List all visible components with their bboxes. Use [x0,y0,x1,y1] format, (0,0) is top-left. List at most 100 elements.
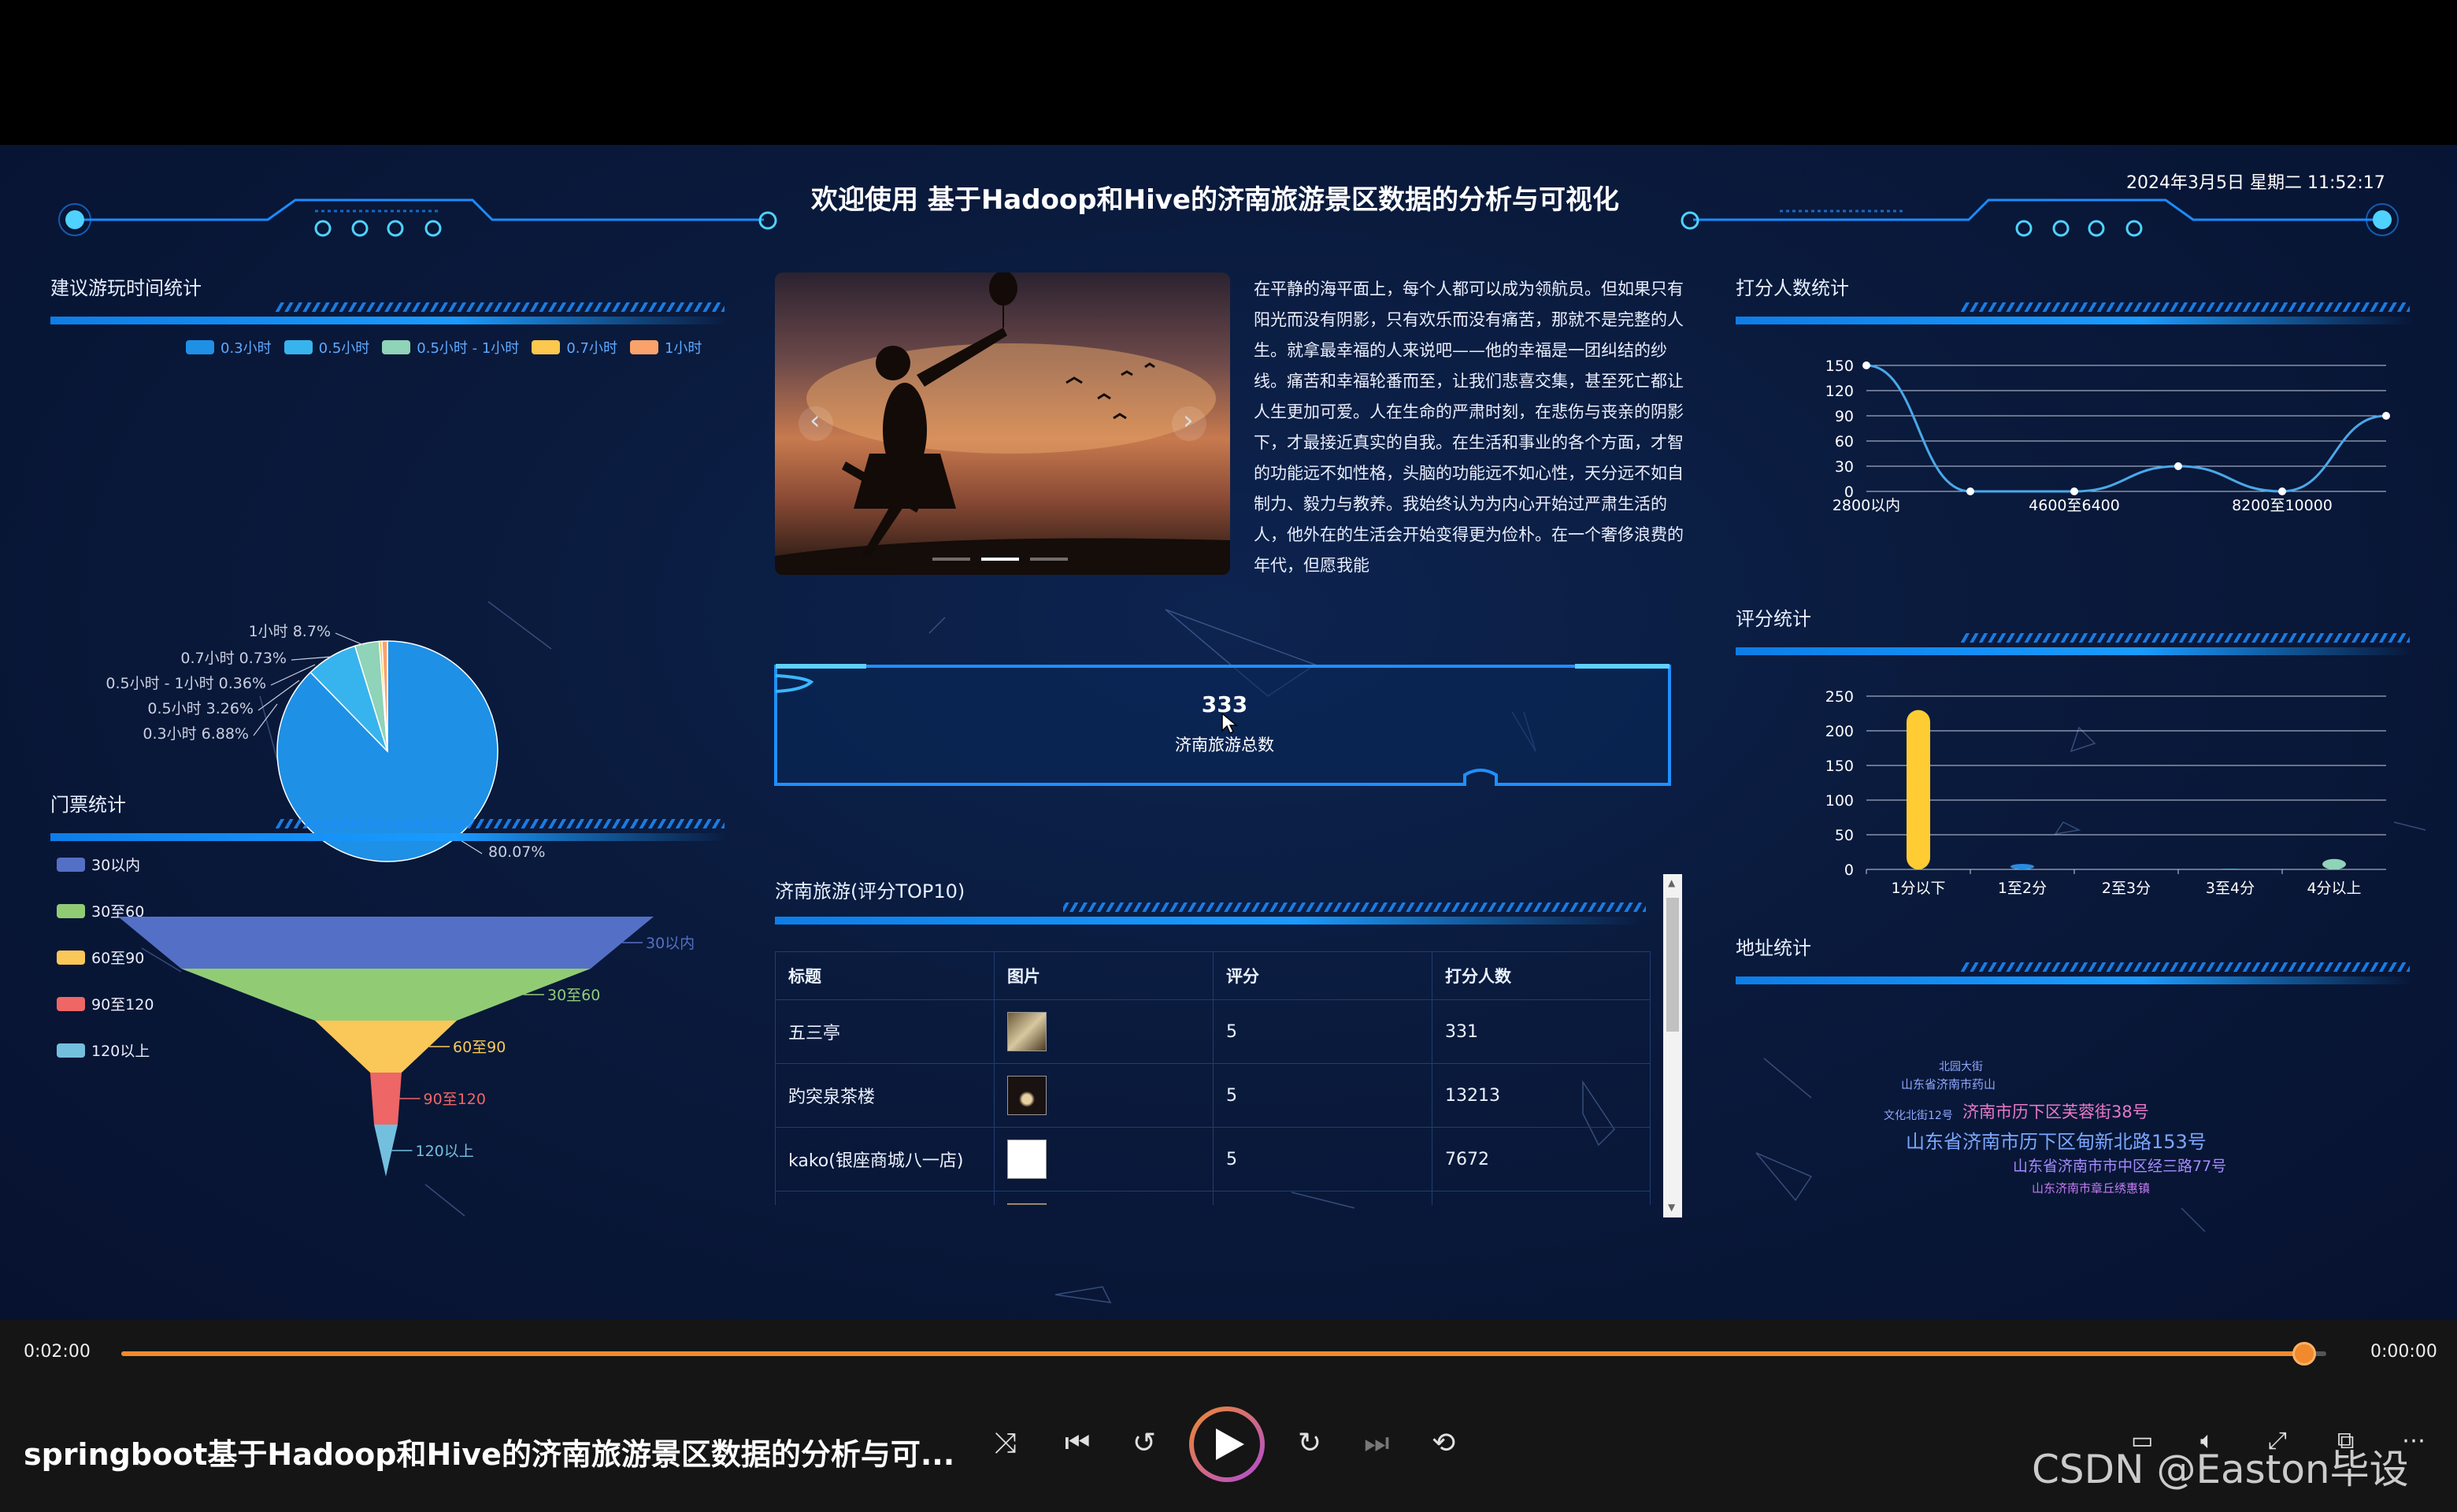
data-point [2278,487,2286,495]
legend-swatch [629,340,658,354]
x-tick-label: 2800以内 [1833,497,1900,514]
x-tick-label: 4600至6400 [2029,497,2120,514]
pie-slice-label: 0.3小时 6.88% [143,725,249,743]
y-tick-label: 150 [1825,758,1854,775]
progress-knob[interactable] [2292,1342,2316,1366]
panel-title-raters: 打分人数统计 [1736,277,1849,299]
legend-swatch [532,340,561,354]
legend-swatch [382,340,411,354]
panel-title-play-time: 建议游玩时间统计 [50,277,202,299]
cell-count [1432,1191,1651,1205]
thumbnail-image[interactable] [1007,1203,1047,1205]
pie-slice-label: 0.5小时 - 1小时 0.36% [106,675,266,692]
funnel-label: 90至120 [424,1091,486,1108]
col-header-count[interactable]: 打分人数 [1432,951,1651,1000]
panel-title-top10: 济南旅游(评分TOP10) [775,880,965,902]
previous-icon[interactable]: ⏮ [1065,1427,1090,1460]
carousel-text: 在平静的海平面上，每个人都可以成为领航员。但如果只有阳光而没有阴影，只有欢乐而没… [1254,280,1684,575]
legend-item[interactable]: 0.5小时 [284,337,369,358]
title-underline [775,917,1641,925]
top10-table: 标题 图片 评分 打分人数 五三亭 5 331 趵突泉茶楼 5 13213 ka… [775,951,1651,1205]
table-scrollbar[interactable]: ▲ ▼ [1663,874,1682,1217]
repeat-off-icon[interactable]: ⟲ [1432,1427,1455,1459]
progress-track[interactable] [121,1342,2326,1366]
broken-image-icon[interactable] [1007,1140,1047,1179]
data-point [2070,487,2078,495]
col-header-image[interactable]: 图片 [994,951,1214,1000]
y-tick-label: 60 [1835,433,1854,450]
legend-swatch [57,1043,85,1058]
top10-table-wrap[interactable]: 标题 图片 评分 打分人数 五三亭 5 331 趵突泉茶楼 5 13213 ka… [775,951,1651,1205]
play-icon [1216,1429,1244,1460]
legend-item[interactable]: 0.3小时 [186,337,272,358]
carousel-prev-arrow[interactable]: ‹ [810,405,821,436]
x-tick-label: 4分以上 [2307,880,2361,897]
bar [1907,710,1930,869]
y-tick-label: 30 [1835,458,1854,476]
carousel-image [775,272,1230,575]
col-header-title[interactable]: 标题 [775,951,995,1000]
data-point [1862,361,1870,369]
title-hatch [1063,902,1646,912]
time-total: 0:00:00 [2370,1342,2437,1362]
cell-count: 13213 [1432,1063,1651,1128]
data-point [2382,412,2390,420]
title-underline [1736,647,2413,655]
table-row[interactable] [775,1191,1651,1205]
rewind-10-icon[interactable]: ↺ [1132,1427,1156,1459]
legend-swatch [284,340,313,354]
scrollbar-thumb[interactable] [1666,898,1679,1032]
scroll-up-icon[interactable]: ▲ [1668,877,1675,888]
cell-title: 趵突泉茶楼 [775,1063,995,1128]
carousel-next-arrow[interactable]: › [1183,405,1194,436]
title-underline [1736,317,2413,324]
title-hatch [276,819,724,828]
thumbnail-image[interactable] [1007,1012,1047,1051]
cell-score: 5 [1213,999,1432,1064]
legend-label: 0.5小时 - 1小时 [417,340,520,357]
title-underline [50,317,728,324]
panel-title-ratings: 评分统计 [1736,608,1811,630]
funnel-segment [118,917,654,969]
cell-score [1213,1191,1432,1205]
thumbnail-image[interactable] [1007,1076,1047,1115]
table-row[interactable]: 趵突泉茶楼 5 13213 [775,1063,1651,1128]
x-tick-label: 2至3分 [2102,880,2151,897]
video-title: springboot基于Hadoop和Hive的济南旅游景区数据的分析与可... [24,1437,953,1472]
cell-image [994,999,1214,1064]
scroll-down-icon[interactable]: ▼ [1668,1202,1675,1213]
next-icon[interactable]: ⏭ [1364,1427,1389,1460]
legend-swatch [57,857,85,872]
table-row[interactable]: 五三亭 5 331 [775,999,1651,1064]
table-row[interactable]: kako(银座商城八一店) 5 7672 [775,1127,1651,1191]
shuffle-icon[interactable]: ⤨ [994,1427,1017,1460]
legend-label: 0.3小时 [220,340,272,357]
wordcloud-word: 济南市历下区芙蓉街38号 [1962,1102,2149,1121]
legend-item[interactable]: 30以内 [57,854,154,875]
pie-label-line [253,703,278,736]
legend-label: 30以内 [91,857,141,874]
col-header-score[interactable]: 评分 [1213,951,1432,1000]
pie-slice-label: 0.5小时 3.26% [147,700,254,717]
bar-chart: 0 50 100 150 200 250 1分以下 1至2分 2至3分 3至4分 4分以上 [1825,688,2386,897]
cell-image [994,1191,1214,1205]
legend-item[interactable]: 1小时 [629,337,702,358]
play-button[interactable] [1189,1406,1265,1482]
carousel[interactable]: ‹ › [775,272,1230,575]
bar [2010,863,2034,869]
dashboard: 欢迎使用 基于Hadoop和Hive的济南旅游景区数据的分析与可视化 2024年… [0,145,2457,1320]
pie-slice-label: 1小时 8.7% [249,623,331,640]
legend-swatch [186,340,214,354]
cell-title: 五三亭 [775,999,995,1064]
legend-item[interactable]: 0.5小时 - 1小时 [382,337,519,358]
wordcloud-word: 文化北街12号 [1884,1110,1953,1122]
y-tick-label: 150 [1825,358,1854,375]
forward-30-icon[interactable]: ↻ [1298,1427,1321,1459]
wordcloud-word: 山东济南市章丘绣惠镇 [2032,1181,2151,1195]
panel-title-ticket: 门票统计 [50,794,126,816]
wordcloud-word: 山东省济南市市中区经三路77号 [2013,1158,2227,1175]
y-tick-label: 250 [1825,688,1854,706]
x-tick-label: 1至2分 [1998,880,2047,897]
legend-item[interactable]: 0.7小时 [532,337,617,358]
progress-fill [121,1351,2304,1356]
